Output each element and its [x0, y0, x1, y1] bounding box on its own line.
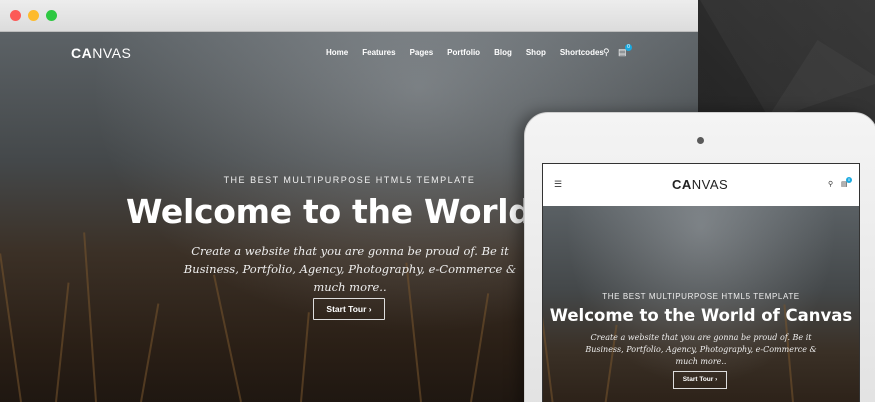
close-window-button[interactable] [10, 10, 21, 21]
tablet-device: ☰ CANVAS ⚲ ▤ 0 THE BEST MULTIPURPOSE HTM… [524, 112, 875, 402]
cart-count-badge: 0 [625, 44, 632, 51]
tablet-hero-subtitle: THE BEST MULTIPURPOSE HTML5 TEMPLATE [602, 292, 800, 301]
menu-icon[interactable]: ☰ [554, 179, 562, 190]
start-tour-button[interactable]: Start Tour › [313, 298, 385, 320]
main-navigation: Home Features Pages Portfolio Blog Shop … [326, 48, 618, 57]
nav-item-shortcodes[interactable]: Shortcodes [560, 48, 604, 57]
tablet-site-logo[interactable]: CANVAS [672, 177, 728, 192]
grass-blade [83, 232, 97, 402]
search-icon[interactable]: ⚲ [828, 180, 833, 188]
hero-description: Create a website that you are gonna be p… [183, 244, 517, 294]
search-icon[interactable]: ⚲ [603, 47, 610, 58]
logo-rest-text: NVAS [691, 177, 729, 192]
nav-item-home[interactable]: Home [326, 48, 348, 57]
tablet-hero-description: Create a website that you are gonna be p… [585, 333, 817, 366]
logo-bold-text: CA [672, 177, 692, 192]
grass-blade [55, 282, 70, 402]
nav-item-features[interactable]: Features [362, 48, 395, 57]
tablet-start-tour-button[interactable]: Start Tour › [673, 371, 727, 389]
hero-subtitle: THE BEST MULTIPURPOSE HTML5 TEMPLATE [223, 175, 476, 185]
minimize-window-button[interactable] [28, 10, 39, 21]
cart-count-badge: 0 [846, 177, 852, 183]
logo-bold-text: CA [71, 45, 93, 61]
nav-item-shop[interactable]: Shop [526, 48, 546, 57]
site-logo[interactable]: CANVAS [71, 45, 131, 61]
grass-blade [0, 253, 22, 402]
nav-item-portfolio[interactable]: Portfolio [447, 48, 480, 57]
grass-blade [470, 293, 490, 402]
showcase-background: CANVAS Home Features Pages Portfolio Blo… [0, 0, 875, 402]
tablet-hero-title: Welcome to the World of Canvas [549, 306, 853, 325]
tablet-site-header: ☰ CANVAS ⚲ ▤ 0 [543, 164, 859, 207]
tablet-screen: ☰ CANVAS ⚲ ▤ 0 THE BEST MULTIPURPOSE HTM… [542, 163, 860, 402]
tablet-hero: THE BEST MULTIPURPOSE HTML5 TEMPLATE Wel… [543, 206, 859, 402]
nav-item-pages[interactable]: Pages [410, 48, 434, 57]
tablet-camera [697, 137, 704, 144]
grass-blade [140, 303, 160, 402]
nav-item-blog[interactable]: Blog [494, 48, 512, 57]
logo-rest-text: NVAS [92, 45, 132, 61]
zoom-window-button[interactable] [46, 10, 57, 21]
grass-blade [300, 312, 310, 402]
browser-title-bar [0, 0, 698, 32]
